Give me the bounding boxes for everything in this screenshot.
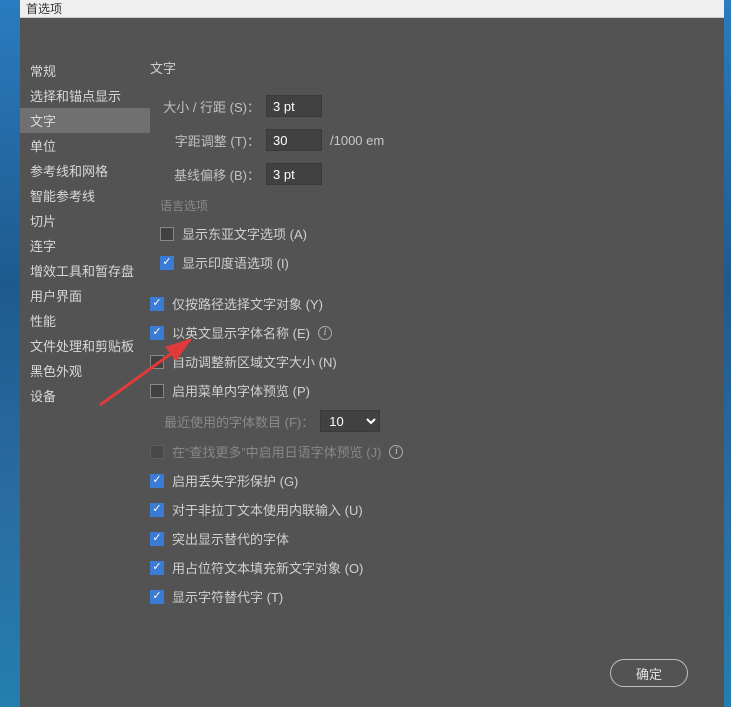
baseline-label: 基线偏移 (B)：: [150, 165, 260, 184]
sidebar-item-performance[interactable]: 性能: [20, 308, 150, 333]
label-jp-preview: 在“查找更多”中启用日语字体预览 (J): [172, 442, 381, 461]
recent-fonts-select[interactable]: 10: [320, 410, 380, 432]
checkbox-east-asian[interactable]: [160, 227, 174, 241]
preferences-window: 首选项 常规 选择和锚点显示 文字 单位 参考线和网格 智能参考线 切片 连字 …: [20, 0, 724, 707]
ok-button[interactable]: 确定: [610, 659, 688, 687]
checkbox-menu-preview[interactable]: [150, 384, 164, 398]
sidebar-item-slices[interactable]: 切片: [20, 208, 150, 233]
label-show-alt: 显示字符替代字 (T): [172, 587, 283, 606]
sidebar-item-black[interactable]: 黑色外观: [20, 358, 150, 383]
checkbox-path-only[interactable]: [150, 297, 164, 311]
panel-title: 文字: [150, 58, 704, 77]
size-input[interactable]: [266, 95, 322, 117]
sidebar-item-smartguides[interactable]: 智能参考线: [20, 183, 150, 208]
recent-fonts-label: 最近使用的字体数目 (F)：: [164, 412, 314, 431]
window-title: 首选项: [26, 0, 62, 17]
label-menu-preview: 启用菜单内字体预览 (P): [172, 381, 310, 400]
label-missing-glyph: 启用丢失字形保护 (G): [172, 471, 298, 490]
checkbox-indic[interactable]: [160, 256, 174, 270]
info-icon[interactable]: i: [389, 445, 403, 459]
label-auto-size: 自动调整新区域文字大小 (N): [172, 352, 337, 371]
sidebar-item-hyphenation[interactable]: 连字: [20, 233, 150, 258]
sidebar-item-selection[interactable]: 选择和锚点显示: [20, 83, 150, 108]
info-icon[interactable]: i: [318, 326, 332, 340]
label-path-only: 仅按路径选择文字对象 (Y): [172, 294, 323, 313]
label-inline-input: 对于非拉丁文本使用内联输入 (U): [172, 500, 363, 519]
checkbox-jp-preview: [150, 445, 164, 459]
language-options-title: 语言选项: [160, 197, 704, 214]
titlebar: 首选项: [20, 0, 724, 18]
checkbox-auto-size[interactable]: [150, 355, 164, 369]
tracking-suffix: /1000 em: [330, 133, 384, 148]
label-highlight-alt: 突出显示替代的字体: [172, 529, 289, 548]
label-east-asian: 显示东亚文字选项 (A): [182, 224, 307, 243]
label-placeholder: 用占位符文本填充新文字对象 (O): [172, 558, 363, 577]
label-indic: 显示印度语选项 (I): [182, 253, 289, 272]
checkbox-placeholder[interactable]: [150, 561, 164, 575]
sidebar-item-guides[interactable]: 参考线和网格: [20, 158, 150, 183]
checkbox-missing-glyph[interactable]: [150, 474, 164, 488]
checkbox-show-alt[interactable]: [150, 590, 164, 604]
sidebar-item-ui[interactable]: 用户界面: [20, 283, 150, 308]
sidebar-item-general[interactable]: 常规: [20, 58, 150, 83]
tracking-label: 字距调整 (T)：: [150, 131, 260, 150]
checkbox-inline-input[interactable]: [150, 503, 164, 517]
sidebar: 常规 选择和锚点显示 文字 单位 参考线和网格 智能参考线 切片 连字 增效工具…: [20, 18, 150, 639]
label-english-font: 以英文显示字体名称 (E): [172, 323, 310, 342]
content-area: 常规 选择和锚点显示 文字 单位 参考线和网格 智能参考线 切片 连字 增效工具…: [20, 18, 724, 707]
baseline-input[interactable]: [266, 163, 322, 185]
sidebar-item-type[interactable]: 文字: [20, 108, 150, 133]
checkbox-highlight-alt[interactable]: [150, 532, 164, 546]
size-label: 大小 / 行距 (S)：: [150, 97, 260, 116]
tracking-input[interactable]: [266, 129, 322, 151]
dialog-footer: 确定: [20, 639, 724, 707]
checkbox-english-font[interactable]: [150, 326, 164, 340]
sidebar-item-units[interactable]: 单位: [20, 133, 150, 158]
sidebar-item-devices[interactable]: 设备: [20, 383, 150, 408]
sidebar-item-filehandling[interactable]: 文件处理和剪贴板: [20, 333, 150, 358]
sidebar-item-plugins[interactable]: 增效工具和暂存盘: [20, 258, 150, 283]
type-panel: 文字 大小 / 行距 (S)： 字距调整 (T)： /1000 em 基线偏移 …: [150, 18, 724, 639]
